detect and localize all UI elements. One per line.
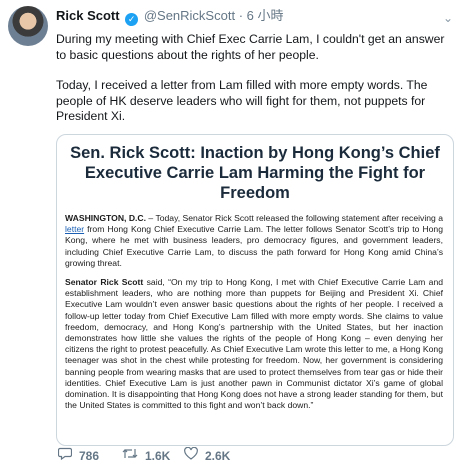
press-release-paragraph-1: WASHINGTON, D.C. – Today, Senator Rick S…: [65, 213, 443, 269]
like-count: 2.6K: [205, 449, 231, 463]
press-release-paragraph-2: Senator Rick Scott said, “On my trip to …: [65, 277, 443, 411]
reply-icon: [57, 447, 73, 463]
separator-dot: ·: [238, 8, 244, 23]
press-release-body: WASHINGTON, D.C. – Today, Senator Rick S…: [65, 213, 443, 411]
tweet-timestamp[interactable]: 6 小時: [247, 8, 284, 23]
tweet-paragraph-2: Today, I received a letter from Lam fill…: [56, 78, 428, 123]
retweet-count: 1.6K: [145, 449, 171, 463]
paragraph-1-text-b: from Hong Kong Chief Executive Carrie La…: [65, 224, 443, 268]
reply-count: 786: [79, 449, 100, 463]
verified-badge-icon: ✓: [125, 13, 139, 26]
author-name[interactable]: Rick Scott: [56, 8, 120, 23]
attached-image-card[interactable]: Sen. Rick Scott: Inaction by Hong Kong’s…: [56, 134, 454, 446]
paragraph-2-text: said, “On my trip to Hong Kong, I met wi…: [65, 277, 443, 411]
tweet-header: Rick Scott ✓ @SenRickScott · 6 小時 ⌄: [56, 6, 455, 28]
like-button[interactable]: 2.6K: [184, 446, 231, 463]
dateline: WASHINGTON, D.C.: [65, 213, 147, 223]
retweet-button[interactable]: 1.6K: [122, 447, 170, 463]
avatar[interactable]: [8, 6, 48, 46]
retweet-icon: [122, 447, 138, 463]
author-handle[interactable]: @SenRickScott: [144, 8, 235, 23]
chevron-down-icon[interactable]: ⌄: [443, 8, 453, 28]
tweet-text: During my meeting with Chief Exec Carrie…: [56, 32, 456, 140]
speaker-name: Senator Rick Scott: [65, 277, 144, 288]
tweet-paragraph-1: During my meeting with Chief Exec Carrie…: [56, 32, 445, 62]
press-release-title: Sen. Rick Scott: Inaction by Hong Kong’s…: [70, 144, 440, 202]
reply-button[interactable]: 786: [57, 447, 100, 463]
letter-link: letter: [65, 224, 85, 235]
paragraph-1-text-a: – Today, Senator Rick Scott released the…: [146, 213, 443, 223]
heart-icon: [184, 446, 198, 463]
